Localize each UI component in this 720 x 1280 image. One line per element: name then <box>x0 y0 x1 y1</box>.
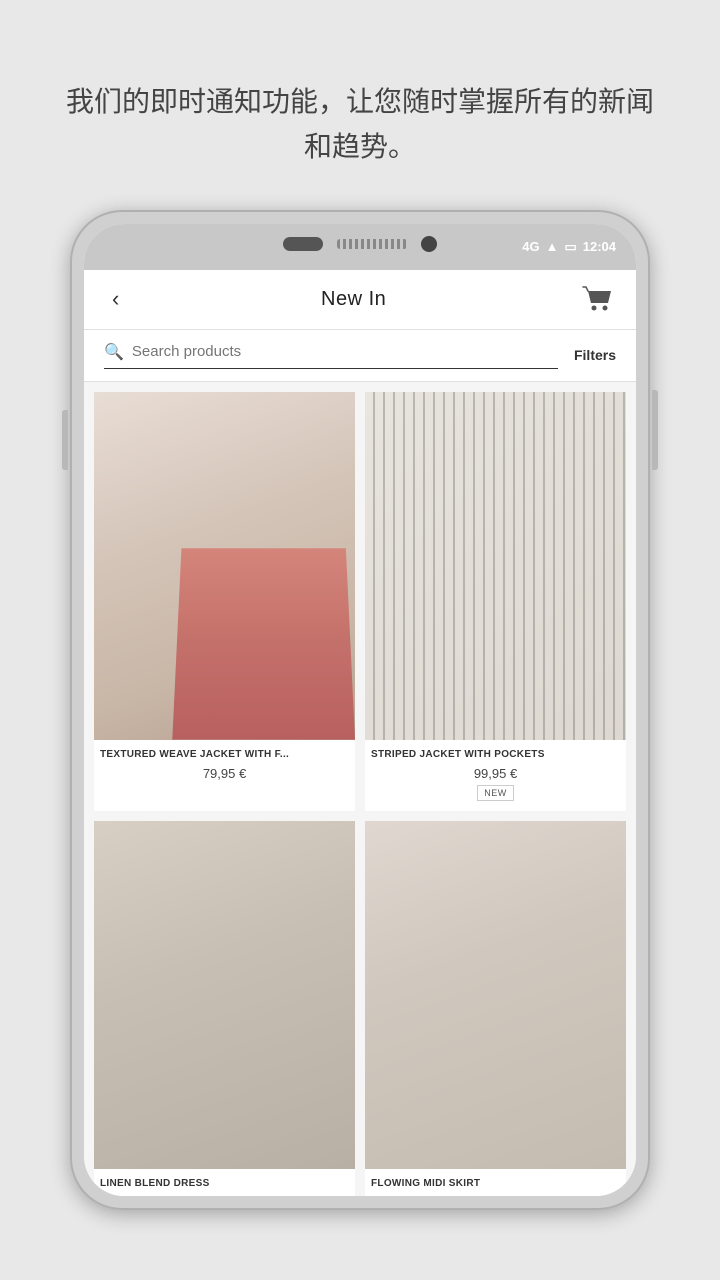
search-bar: 🔍 <box>104 342 558 369</box>
product-thumbnail <box>94 392 355 740</box>
promo-description: 我们的即时通知功能，让您随时掌握所有的新闻和趋势。 <box>0 80 720 170</box>
product-info: TEXTURED WEAVE JACKET WITH F... 79,95 € <box>94 740 355 791</box>
search-icon: 🔍 <box>104 342 124 362</box>
cart-button[interactable] <box>580 281 616 317</box>
product-price: 49,95 € <box>371 1195 620 1196</box>
product-info: STRIPED JACKET WITH POCKETS 99,95 € NEW <box>365 740 626 811</box>
back-button[interactable]: ‹ <box>104 278 127 320</box>
filters-button[interactable]: Filters <box>558 347 616 363</box>
clock: 12:04 <box>583 239 616 254</box>
product-thumbnail <box>365 821 626 1169</box>
signal-icon: ▲ <box>546 239 559 254</box>
product-image <box>94 392 355 740</box>
product-name: FLOWING MIDI SKIRT <box>371 1177 620 1191</box>
product-price: 99,95 € <box>371 766 620 781</box>
product-info: FLOWING MIDI SKIRT 49,95 € <box>365 1169 626 1196</box>
status-icons: 4G ▲ ▭ 12:04 <box>522 239 616 255</box>
product-price: 79,95 € <box>100 766 349 781</box>
product-card[interactable]: TEXTURED WEAVE JACKET WITH F... 79,95 € <box>94 392 355 811</box>
product-image <box>94 821 355 1169</box>
new-badge: NEW <box>477 785 514 801</box>
speaker-grille <box>337 239 407 249</box>
product-card[interactable]: LINEN BLEND DRESS 59,95 € <box>94 821 355 1196</box>
product-card[interactable]: STRIPED JACKET WITH POCKETS 99,95 € NEW <box>365 392 626 811</box>
network-indicator: 4G <box>522 239 539 254</box>
page-title: New In <box>321 288 386 311</box>
product-name: TEXTURED WEAVE JACKET WITH F... <box>100 748 349 762</box>
product-name: LINEN BLEND DRESS <box>100 1177 349 1191</box>
search-input[interactable] <box>132 343 558 360</box>
product-price: 59,95 € <box>100 1195 349 1196</box>
app-header: ‹ New In <box>84 270 636 330</box>
front-camera <box>421 236 437 252</box>
product-info: LINEN BLEND DRESS 59,95 € <box>94 1169 355 1196</box>
camera-pill <box>283 237 323 251</box>
product-thumbnail <box>365 392 626 740</box>
camera-area <box>283 236 437 252</box>
product-image <box>365 392 626 740</box>
phone-frame: 4G ▲ ▭ 12:04 ‹ New In 🔍 <box>70 210 650 1210</box>
battery-icon: ▭ <box>564 239 576 255</box>
product-card[interactable]: FLOWING MIDI SKIRT 49,95 € <box>365 821 626 1196</box>
product-name: STRIPED JACKET WITH POCKETS <box>371 748 620 762</box>
product-image <box>365 821 626 1169</box>
product-thumbnail <box>94 821 355 1169</box>
phone-screen: 4G ▲ ▭ 12:04 ‹ New In 🔍 <box>84 224 636 1196</box>
search-section: 🔍 Filters <box>84 330 636 382</box>
products-grid: TEXTURED WEAVE JACKET WITH F... 79,95 € … <box>84 382 636 1196</box>
